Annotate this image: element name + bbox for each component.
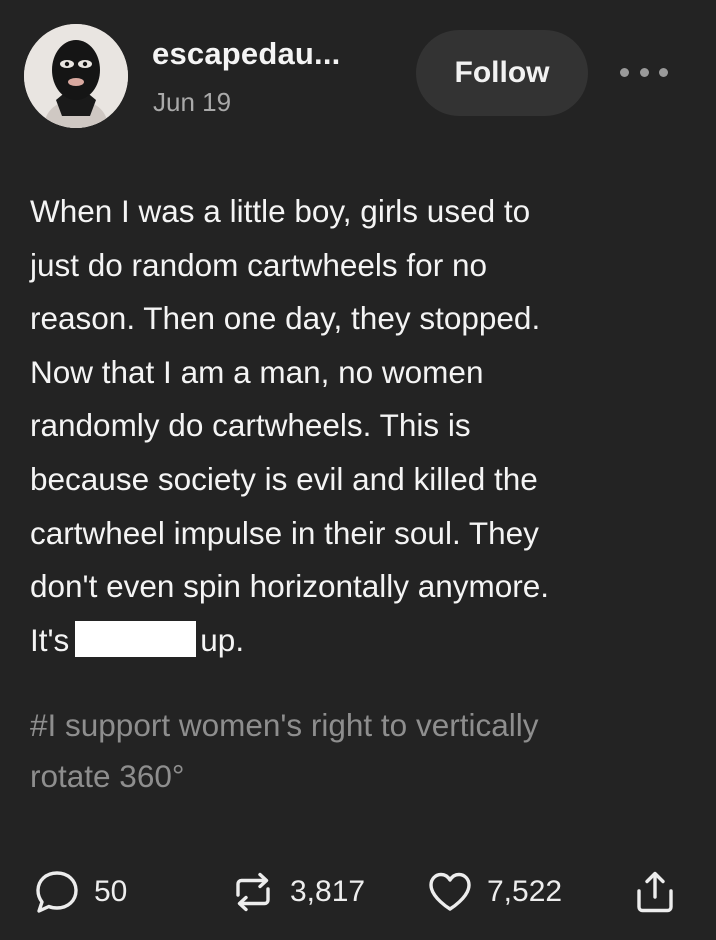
body-line: just do random cartwheels for no [30,246,487,283]
body-line: reason. Then one day, they stopped. [30,300,541,337]
body-line: Now that I am a man, no women [30,353,484,390]
body-line-redacted: It's up. [30,614,695,668]
share-icon [637,871,673,913]
comment-bubble-icon [36,871,78,913]
body-line: cartwheel impulse in their soul. They [30,514,539,551]
author-username[interactable]: escapedau... [152,36,341,72]
redaction-box [75,620,197,657]
ellipsis-icon [639,67,649,77]
ellipsis-icon [620,67,629,77]
comment-button[interactable]: 50 [32,865,127,919]
post-card: escapedau... Jun 19 Follow When I was a … [0,0,716,940]
avatar[interactable] [24,24,128,128]
more-options-button[interactable] [620,60,668,84]
reblog-icon [236,872,270,912]
body-text-after-redaction: up. [200,621,245,658]
ellipsis-icon [659,67,668,77]
follow-button[interactable]: Follow [416,30,588,116]
reblog-count: 3,817 [290,875,366,908]
body-line: don't even spin horizontally anymore. [30,568,550,605]
body-line: When I was a little boy, girls used to [30,193,531,229]
comment-count: 50 [94,875,128,908]
like-count: 7,522 [487,875,563,908]
tag-line[interactable]: #I support women's right to vertically [30,700,695,751]
like-button[interactable]: 7,522 [425,865,562,919]
heart-icon [429,872,471,911]
share-button[interactable] [630,865,680,919]
reblog-button[interactable]: 3,817 [228,865,365,919]
post-date: Jun 19 [153,87,232,117]
post-tags[interactable]: #I support women's right to vertically r… [30,700,695,802]
body-text-before-redaction: It's [30,621,70,658]
tag-line[interactable]: rotate 360° [30,751,695,802]
body-line: randomly do cartwheels. This is [30,407,471,444]
masked-man-icon [24,24,128,128]
post-body: When I was a little boy, girls used to j… [30,185,695,667]
body-line: because society is evil and killed the [30,460,538,497]
